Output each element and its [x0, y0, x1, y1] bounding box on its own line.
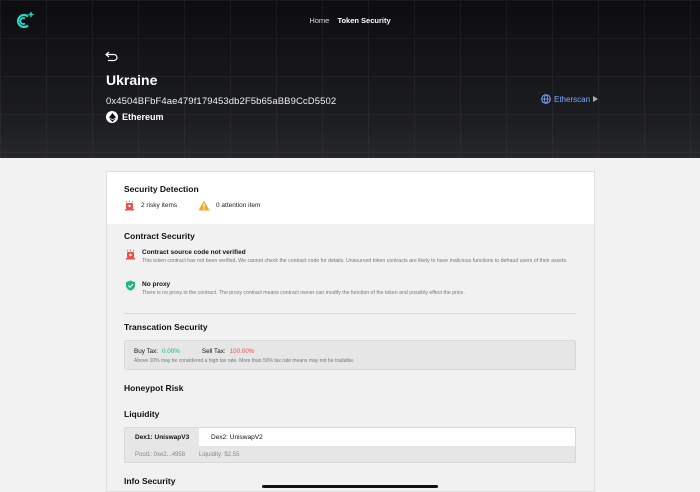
globe-icon — [541, 94, 551, 104]
contract-item-title: No proxy — [142, 281, 171, 288]
contract-item-title: Contract source code not verified — [142, 249, 246, 256]
caret-right-icon — [593, 96, 599, 102]
dex-pool-info: Pool1: 0xe2...4958 Liquidity: $2.55 — [135, 452, 239, 458]
token-address[interactable]: 0x4504BFbF4ae479f179453db2F5b65aBB9CcD55… — [106, 96, 336, 107]
security-detection-panel — [107, 172, 594, 224]
etherscan-link[interactable]: Etherscan — [541, 94, 599, 104]
chain-label: Ethereum — [106, 111, 164, 123]
token-name: Ukraine — [106, 72, 158, 88]
info-security-title: Info Security — [124, 476, 176, 486]
risky-count: 2 risky items — [124, 200, 177, 211]
tab-dex2[interactable]: Dex2: UniswapV2 — [199, 428, 575, 446]
contract-item-description: This token contract has not been verifie… — [142, 258, 568, 264]
home-indicator-bar — [262, 485, 438, 488]
risk-alarm-icon — [125, 200, 134, 211]
chain-name: Ethereum — [122, 112, 164, 122]
risk-alarm-icon — [126, 249, 135, 260]
token-header: Home Token Security Ukraine 0x4504BFbF4a… — [0, 0, 700, 158]
tax-summary-box: Buy Tax: 0.00% Sell Tax: 100.00% Above 1… — [124, 340, 576, 370]
transaction-security-title: Transcation Security — [124, 322, 208, 332]
contract-security-title: Contract Security — [124, 231, 195, 241]
security-detection-title: Security Detection — [124, 184, 199, 194]
warning-triangle-icon — [198, 200, 210, 211]
security-report-card: Security Detection 2 risky items 0 atten… — [106, 171, 595, 492]
liquidity-dex-panel: Dex1: UniswapV3 Dex2: UniswapV2 Pool1: 0… — [124, 427, 576, 463]
risky-count-label: 2 risky items — [141, 202, 178, 209]
nav-home-link[interactable]: Home — [309, 16, 329, 25]
pool-address[interactable]: Pool1: 0xe2...4958 — [135, 452, 185, 458]
shield-check-icon — [126, 280, 135, 291]
back-arrow-icon[interactable] — [105, 50, 119, 62]
buy-tax-value: 0.00% — [162, 348, 180, 355]
nav-token-security-link[interactable]: Token Security — [337, 16, 390, 25]
etherscan-label[interactable]: Etherscan — [554, 95, 590, 104]
buy-tax-label: Buy Tax: — [134, 348, 159, 355]
tax-note: Above 10% may be considered a high tax r… — [134, 358, 355, 364]
top-navigation: Home Token Security — [0, 16, 700, 25]
section-divider — [124, 313, 576, 314]
pool-liquidity: Liquidity: $2.55 — [199, 452, 240, 458]
ethereum-icon — [106, 111, 118, 123]
attention-count: 0 attention item — [198, 200, 260, 211]
tab-dex1[interactable]: Dex1: UniswapV3 — [125, 428, 199, 446]
liquidity-title: Liquidity — [124, 409, 160, 419]
attention-count-label: 0 attention item — [216, 202, 261, 209]
honeypot-risk-title: Honeypot Risk — [124, 383, 184, 393]
sell-tax-label: Sell Tax: — [201, 348, 226, 355]
contract-item-description: There is no proxy in the contract. The p… — [142, 290, 465, 296]
sell-tax-value: 100.00% — [229, 348, 255, 355]
tax-values: Buy Tax: 0.00% Sell Tax: 100.00% — [134, 348, 254, 355]
